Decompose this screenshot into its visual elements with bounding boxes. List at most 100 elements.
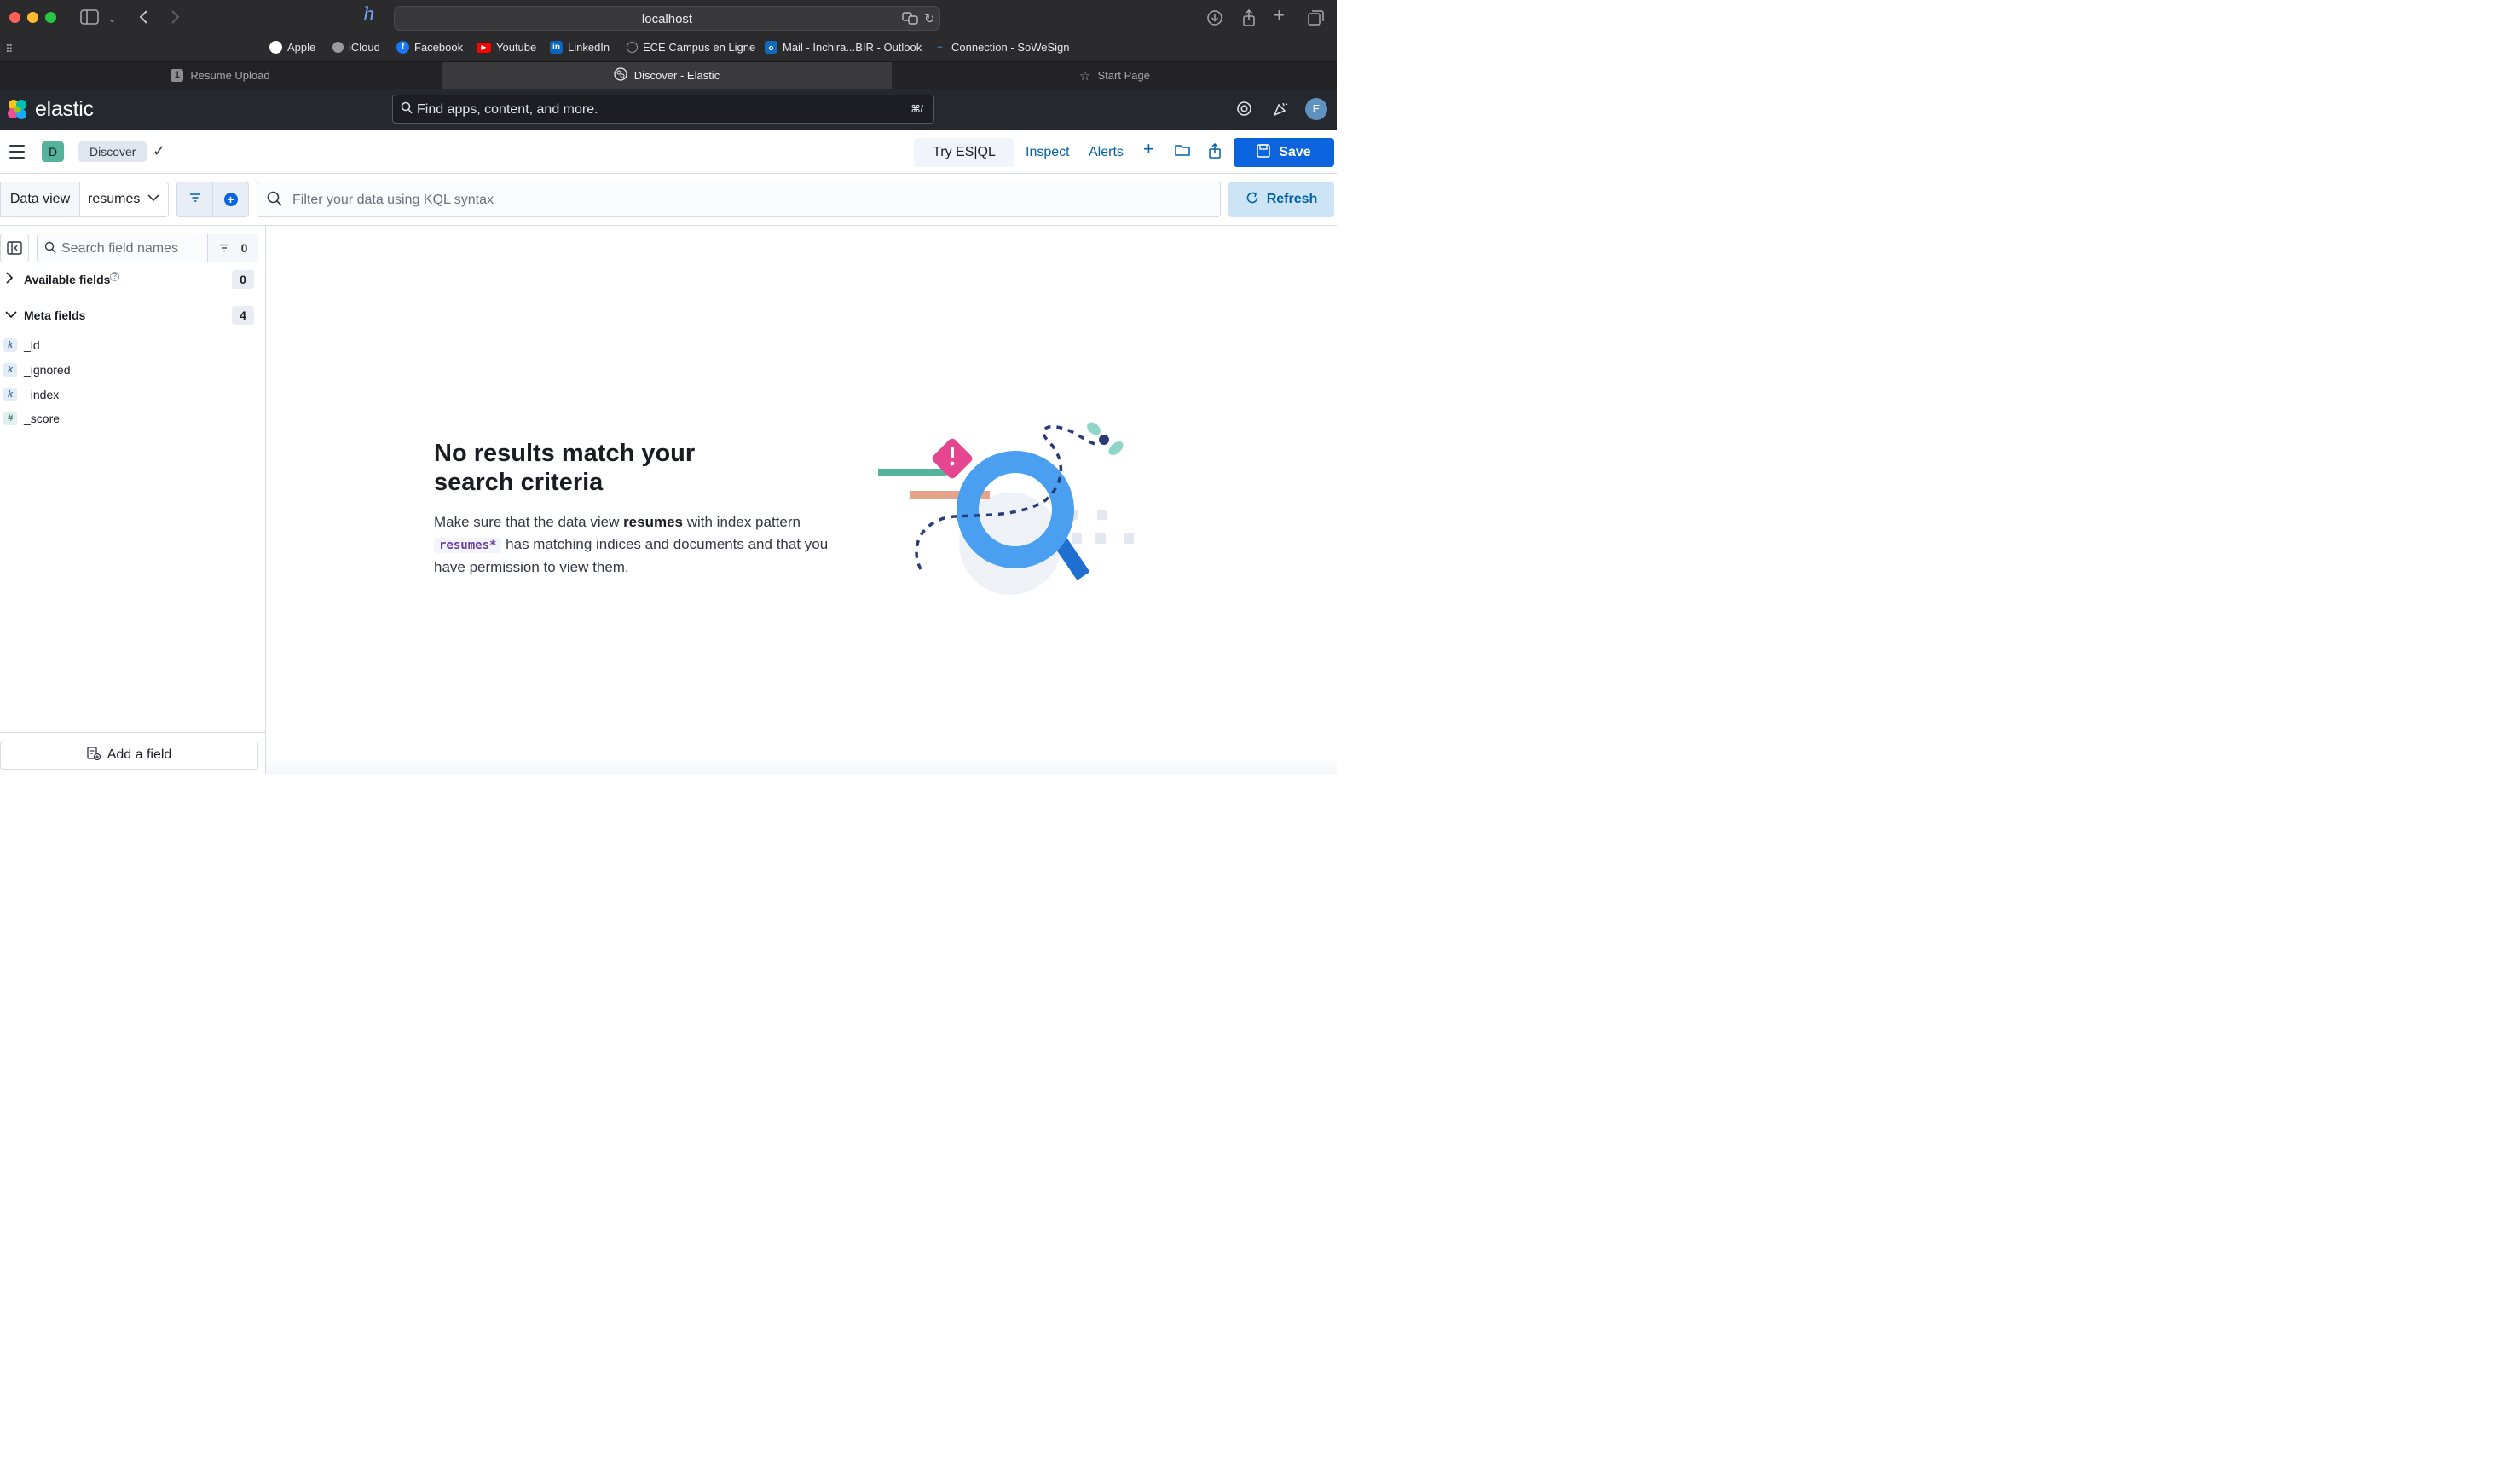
user-avatar[interactable]: E bbox=[1305, 98, 1327, 120]
address-bar[interactable]: localhost ↻ bbox=[394, 6, 940, 31]
apple-icon bbox=[332, 42, 344, 53]
meta-fields-label: Meta fields bbox=[24, 309, 86, 322]
meta-fields-section[interactable]: Meta fields 4 bbox=[0, 306, 257, 326]
linkedin-icon: in bbox=[550, 41, 563, 54]
bookmark-label: Connection - SoWeSign bbox=[951, 41, 1070, 54]
downloads-icon[interactable] bbox=[1206, 9, 1223, 30]
help-lifebuoy-icon[interactable] bbox=[1236, 101, 1252, 120]
field-name: _ignored bbox=[24, 363, 71, 377]
tab-discover-elastic[interactable]: Discover - Elastic bbox=[442, 62, 892, 89]
field-item[interactable]: # _score bbox=[0, 408, 257, 429]
elastic-logo-icon[interactable] bbox=[6, 98, 29, 125]
add-field-icon bbox=[87, 746, 101, 764]
star-icon: ☆ bbox=[1079, 68, 1091, 84]
new-search-plus-icon[interactable]: + bbox=[1143, 140, 1154, 159]
data-view-label: Data view bbox=[1, 182, 80, 216]
bookmark-label: Youtube bbox=[496, 41, 537, 54]
add-field-button[interactable]: Add a field bbox=[0, 741, 258, 770]
checkmark-icon: ✓ bbox=[153, 142, 166, 159]
browser-titlebar: ⌄ ℎ localhost ↻ + ⠿ Apple iCloud f Faceb… bbox=[0, 0, 1337, 61]
meta-fields-count: 4 bbox=[232, 306, 254, 325]
space-avatar[interactable]: D bbox=[42, 141, 64, 162]
elastic-logo-text[interactable]: elastic bbox=[35, 97, 94, 122]
field-search-input[interactable]: Search field names 0 bbox=[37, 234, 258, 262]
bookmark-ece[interactable]: ECE Campus en Ligne bbox=[627, 41, 755, 54]
tab-number-badge: 1 bbox=[171, 69, 184, 82]
filter-count: 0 bbox=[240, 241, 248, 255]
extension-icon[interactable]: ℎ bbox=[363, 6, 375, 25]
chevron-down-icon bbox=[5, 308, 17, 321]
try-esql-button[interactable]: Try ES|QL bbox=[914, 138, 1014, 167]
search-icon bbox=[267, 191, 282, 210]
youtube-icon: ▶ bbox=[477, 42, 491, 53]
global-search-input[interactable]: Find apps, content, and more. ⌘/ bbox=[392, 95, 934, 124]
empty-data-view-name: resumes bbox=[623, 514, 683, 530]
breadcrumb[interactable]: Discover bbox=[78, 141, 147, 162]
empty-state-title: No results match your search criteria bbox=[434, 440, 696, 496]
field-item[interactable]: k _ignored bbox=[0, 360, 257, 380]
chevron-down-icon[interactable]: ⌄ bbox=[108, 11, 116, 28]
back-arrow-icon[interactable] bbox=[137, 9, 149, 28]
field-type-filter-button[interactable]: 0 bbox=[207, 234, 258, 262]
collapse-sidebar-button[interactable] bbox=[0, 234, 29, 262]
tab-resume-upload[interactable]: 1 Resume Upload bbox=[0, 62, 441, 89]
inspect-button[interactable]: Inspect bbox=[1026, 145, 1070, 160]
news-feed-icon[interactable] bbox=[1272, 101, 1289, 121]
app-toolbar: D Discover ✓ Try ES|QL Inspect Alerts + … bbox=[0, 130, 1337, 174]
share-icon[interactable] bbox=[1208, 142, 1222, 162]
filter-options-button[interactable] bbox=[176, 182, 213, 217]
close-window-button[interactable] bbox=[9, 12, 20, 23]
bookmark-sowesign[interactable]: ~ Connection - SoWeSign bbox=[933, 41, 1070, 54]
bookmark-apple[interactable]: Apple bbox=[269, 41, 315, 54]
tab-overview-icon[interactable] bbox=[1308, 9, 1325, 30]
field-item[interactable]: k _index bbox=[0, 384, 257, 405]
minimize-window-button[interactable] bbox=[27, 12, 38, 23]
bookmark-facebook[interactable]: f Facebook bbox=[396, 41, 463, 54]
available-fields-section[interactable]: Available fields ? 0 bbox=[0, 270, 257, 291]
field-name: _index bbox=[24, 388, 60, 401]
sidebar-toggle-icon[interactable] bbox=[80, 9, 99, 28]
refresh-button[interactable]: Refresh bbox=[1228, 182, 1334, 217]
search-icon bbox=[401, 101, 413, 118]
available-fields-count: 0 bbox=[232, 270, 254, 289]
data-view-picker[interactable]: Data view resumes bbox=[0, 182, 169, 217]
search-icon bbox=[44, 240, 56, 257]
bookmark-youtube[interactable]: ▶ Youtube bbox=[477, 41, 536, 54]
zoom-window-button[interactable] bbox=[45, 12, 56, 23]
open-folder-icon[interactable] bbox=[1175, 143, 1190, 160]
collapse-sidebar-icon bbox=[7, 241, 22, 255]
share-icon[interactable] bbox=[1240, 9, 1257, 30]
field-search-placeholder: Search field names bbox=[61, 241, 178, 256]
filter-icon bbox=[219, 241, 229, 255]
bookmark-label: LinkedIn bbox=[568, 41, 610, 54]
refresh-icon bbox=[1246, 191, 1259, 209]
grid-icon[interactable]: ⠿ bbox=[5, 41, 14, 58]
save-button[interactable]: Save bbox=[1234, 138, 1334, 167]
bookmark-linkedin[interactable]: in LinkedIn bbox=[550, 41, 610, 54]
empty-body-text: Make sure that the data view bbox=[434, 514, 624, 530]
help-icon[interactable]: ? bbox=[110, 272, 119, 281]
field-item[interactable]: k _id bbox=[0, 335, 257, 355]
bookmark-outlook[interactable]: o Mail - Inchira...BIR - Outlook bbox=[765, 41, 922, 54]
keyword-type-icon: k bbox=[3, 338, 17, 352]
bookmark-label: Apple bbox=[287, 41, 316, 54]
new-tab-icon[interactable]: + bbox=[1274, 6, 1285, 25]
facebook-icon: f bbox=[396, 41, 409, 54]
menu-hamburger-icon[interactable] bbox=[9, 145, 25, 163]
translate-icon[interactable] bbox=[902, 11, 919, 28]
alerts-button[interactable]: Alerts bbox=[1089, 145, 1124, 160]
keyword-type-icon: k bbox=[3, 388, 17, 401]
url-text: localhost bbox=[641, 12, 693, 26]
refresh-label: Refresh bbox=[1266, 192, 1318, 206]
keyboard-shortcut-hint: ⌘/ bbox=[910, 103, 923, 115]
add-filter-button[interactable]: + bbox=[212, 182, 249, 217]
kql-query-input[interactable]: Filter your data using KQL syntax bbox=[257, 182, 1221, 217]
bookmark-icloud[interactable]: iCloud bbox=[332, 41, 380, 54]
kql-placeholder: Filter your data using KQL syntax bbox=[292, 193, 494, 207]
bookmark-label: ECE Campus en Ligne bbox=[643, 41, 756, 54]
forward-arrow-icon[interactable] bbox=[170, 9, 182, 28]
reload-icon[interactable]: ↻ bbox=[924, 11, 935, 26]
bookmark-label: Mail - Inchira...BIR - Outlook bbox=[783, 41, 922, 54]
field-name: _score bbox=[24, 412, 61, 425]
tab-start-page[interactable]: ☆ Start Page bbox=[893, 62, 1337, 89]
